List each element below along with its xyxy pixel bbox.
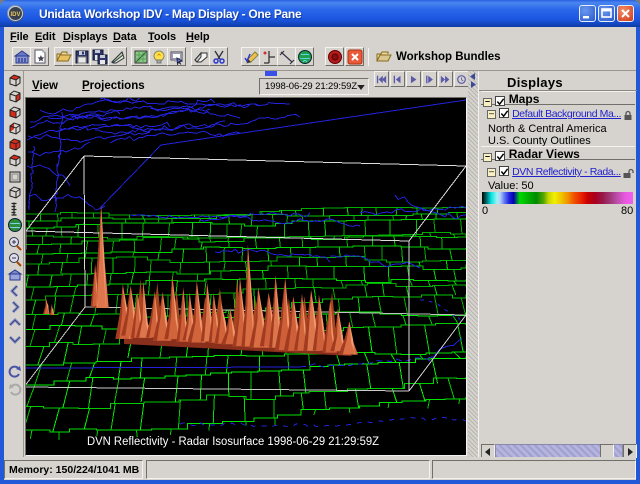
svg-text:IDV: IDV [10, 12, 20, 18]
svg-text:DVN Reflectivity - Radar Isosu: DVN Reflectivity - Radar Isosurface 1998… [87, 436, 379, 448]
